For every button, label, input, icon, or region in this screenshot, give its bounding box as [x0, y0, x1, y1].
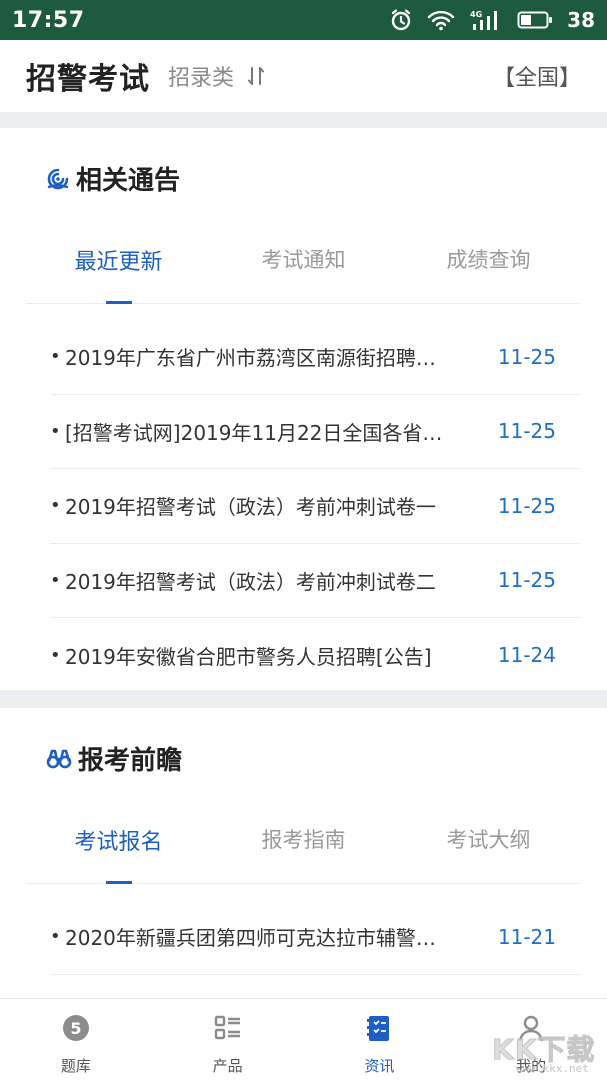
preview-list: • 2020年新疆兵团第四师可克达拉市辅警招聘 11-21: [50, 900, 581, 975]
binoculars-icon: [46, 747, 72, 771]
section-title-text: 相关通告: [76, 166, 181, 196]
alarm-icon: [389, 8, 413, 32]
page-title: 招警考试: [26, 62, 150, 97]
nav-label: 题库: [60, 1057, 91, 1075]
preview-tabs: 考试报名 报考指南 考试大纲: [26, 824, 581, 884]
region-selector[interactable]: 【全国】: [493, 60, 581, 92]
list-item-date: 11-25: [497, 344, 556, 369]
section-title-announcements: 相关通告: [46, 160, 180, 197]
question-bank-icon: 5: [61, 1013, 91, 1047]
list-item[interactable]: • 2020年新疆兵团第四师可克达拉市辅警招聘 11-21: [50, 900, 581, 975]
watermark: KK下载 www.kkx.net: [486, 1022, 606, 1080]
network-type-label: 4G: [470, 10, 482, 19]
list-item-date: 11-25: [497, 568, 556, 593]
list-item[interactable]: • 2019年安徽省合肥市警务人员招聘[公告] 11-24: [50, 618, 581, 693]
list-item-title: 2019年广东省广州市荔湾区南源街招聘辅警: [65, 346, 445, 371]
tab-application-guide[interactable]: 报考指南: [211, 824, 396, 883]
nav-question-bank[interactable]: 5 题库: [0, 999, 152, 1080]
switch-arrows-icon[interactable]: [246, 65, 266, 87]
nav-label: 资讯: [364, 1057, 395, 1075]
nav-news[interactable]: 资讯: [304, 999, 456, 1080]
battery-level: 38: [567, 8, 595, 32]
status-time: 17:57: [12, 7, 85, 33]
list-item-title: [招警考试网]2019年11月22日全国各省招警: [65, 420, 445, 445]
list-item[interactable]: • 2019年招警考试（政法）考前冲刺试卷二 11-25: [50, 544, 581, 618]
svg-text:5: 5: [70, 1019, 81, 1038]
news-icon: [364, 1013, 394, 1047]
tab-latest-updates[interactable]: 最近更新: [26, 244, 211, 304]
list-item-date: 11-25: [497, 419, 556, 444]
list-item[interactable]: • 2019年招警考试（政法）考前冲刺试卷一 11-25: [50, 469, 581, 544]
tab-exam-notices[interactable]: 考试通知: [211, 244, 396, 303]
list-item-date: 11-24: [497, 643, 556, 668]
tab-exam-syllabus[interactable]: 考试大纲: [396, 824, 581, 883]
list-item-title: 2019年安徽省合肥市警务人员招聘[公告]: [65, 644, 432, 669]
announcements-card: 相关通告 最近更新 考试通知 成绩查询 • 2019年广东省广州市荔湾区南源街招…: [0, 128, 607, 690]
watermark-url: www.kkx.net: [516, 1062, 589, 1075]
wifi-icon: [427, 9, 455, 31]
list-item-title: 2019年招警考试（政法）考前冲刺试卷一: [65, 495, 436, 520]
status-bar: 17:57 4G 38: [0, 0, 607, 40]
list-item-title: 2020年新疆兵团第四师可克达拉市辅警招聘: [65, 926, 445, 951]
status-icons: 4G 38: [389, 8, 595, 32]
section-title-text: 报考前瞻: [78, 746, 183, 776]
announcement-tabs: 最近更新 考试通知 成绩查询: [26, 244, 581, 304]
list-item-date: 11-21: [497, 924, 556, 949]
list-item-date: 11-25: [497, 493, 556, 518]
category-switch[interactable]: 招录类: [168, 60, 234, 92]
list-item[interactable]: • 2019年广东省广州市荔湾区南源街招聘辅警 11-25: [50, 320, 581, 395]
app-header: 招警考试 招录类 【全国】: [0, 40, 607, 112]
section-title-preview: 报考前瞻: [46, 740, 182, 777]
announcement-logo-icon: [46, 167, 70, 191]
nav-products[interactable]: 产品: [152, 999, 304, 1080]
tab-exam-registration[interactable]: 考试报名: [26, 824, 211, 884]
exam-preview-card: 报考前瞻 考试报名 报考指南 考试大纲 • 2020年新疆兵团第四师可克达拉市辅…: [0, 708, 607, 998]
battery-icon: [517, 10, 553, 30]
tab-score-query[interactable]: 成绩查询: [396, 244, 581, 303]
product-list-icon: [213, 1013, 243, 1047]
list-item-title: 2019年招警考试（政法）考前冲刺试卷二: [65, 569, 436, 594]
nav-label: 产品: [212, 1057, 243, 1075]
list-item[interactable]: • [招警考试网]2019年11月22日全国各省招警 11-25: [50, 395, 581, 469]
announcement-list: • 2019年广东省广州市荔湾区南源街招聘辅警 11-25 • [招警考试网]2…: [50, 320, 581, 693]
signal-4g-icon: 4G: [469, 8, 503, 32]
